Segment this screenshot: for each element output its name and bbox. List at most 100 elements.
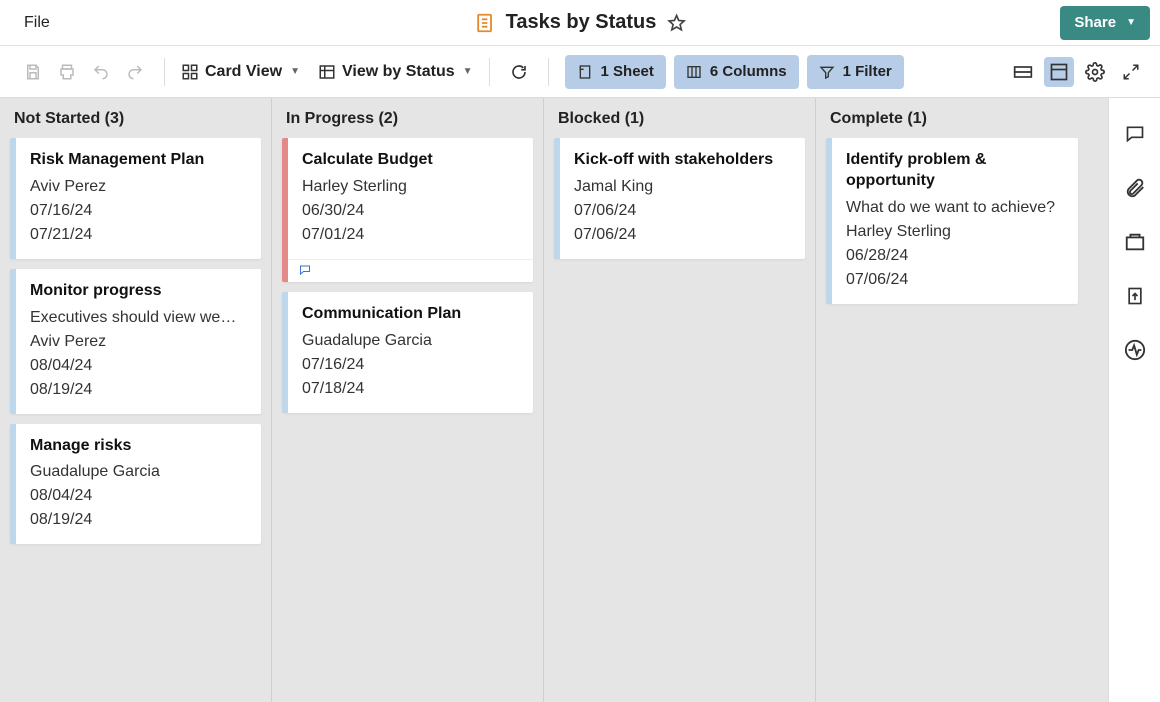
card[interactable]: Kick-off with stakeholdersJamal King07/0…: [554, 138, 805, 259]
card-view-selector[interactable]: Card View ▼: [181, 63, 300, 81]
card-footer: [288, 259, 533, 282]
title-wrap: Tasks by Status: [474, 11, 687, 34]
lane-header[interactable]: In Progress (2): [272, 98, 543, 138]
table-icon: [318, 63, 336, 81]
save-icon[interactable]: [20, 59, 46, 85]
card-row: 06/30/24: [302, 199, 519, 223]
full-view-icon[interactable]: [1044, 57, 1074, 87]
card-row: What do we want to achieve?: [846, 196, 1064, 220]
card-row: 07/06/24: [574, 199, 791, 223]
card-row: 08/19/24: [30, 378, 247, 402]
card-row: 07/01/24: [302, 223, 519, 247]
card-main: Calculate Budget Harley Sterling06/30/240…: [288, 138, 533, 259]
lane-header[interactable]: Not Started (3): [0, 98, 271, 138]
card-row: Harley Sterling: [846, 220, 1064, 244]
card[interactable]: Identify problem & opportunity What do we…: [826, 138, 1078, 304]
refresh-icon[interactable]: [506, 59, 532, 85]
card-row: Aviv Perez: [30, 175, 247, 199]
filter-pill-label: 1 Filter: [843, 63, 892, 80]
chevron-down-icon: ▼: [290, 66, 300, 77]
card-row: 07/06/24: [846, 268, 1064, 292]
columns-pill[interactable]: 6 Columns: [674, 55, 799, 89]
card[interactable]: Communication Plan Guadalupe Garcia07/16/…: [282, 292, 533, 413]
card-row: 08/19/24: [30, 508, 247, 532]
fullscreen-icon[interactable]: [1116, 57, 1146, 87]
card-main: Identify problem & opportunity What do we…: [832, 138, 1078, 304]
card-row: 07/21/24: [30, 223, 247, 247]
right-rail: [1108, 98, 1160, 702]
page-title: Tasks by Status: [506, 11, 657, 34]
card-row: Guadalupe Garcia: [302, 329, 519, 353]
card-main: Risk Management Plan Aviv Perez07/16/2407…: [16, 138, 261, 259]
lane-body: Risk Management PlanAviv Perez07/16/2407…: [0, 138, 271, 554]
card-row: 08/04/24: [30, 354, 247, 378]
view-by-status-label: View by Status: [342, 63, 455, 81]
card-row: 08/04/24: [30, 484, 247, 508]
card-row: Jamal King: [574, 175, 791, 199]
board-wrap: Not Started (3) Risk Management Plan Aviv …: [0, 98, 1160, 702]
card-title: Calculate Budget: [302, 150, 519, 171]
card-view-icon: [181, 63, 199, 81]
card-row: Executives should view we…: [30, 306, 247, 330]
publish-panel-icon[interactable]: [1123, 284, 1147, 308]
card-view-label: Card View: [205, 63, 282, 81]
card-title: Kick-off with stakeholders: [574, 150, 791, 171]
card-main: Monitor progress Executives should view w…: [16, 269, 261, 414]
share-label: Share: [1074, 14, 1116, 31]
topbar: File Tasks by Status Share ▼: [0, 0, 1160, 46]
card-row: 07/06/24: [574, 223, 791, 247]
card-row: 06/28/24: [846, 244, 1064, 268]
separator: [164, 58, 165, 86]
card-title: Risk Management Plan: [30, 150, 247, 171]
chevron-down-icon: ▼: [463, 66, 473, 77]
lane: In Progress (2) Calculate Budget Harley St…: [272, 98, 544, 702]
lane-header[interactable]: Blocked (1): [544, 98, 815, 138]
undo-icon[interactable]: [88, 59, 114, 85]
card[interactable]: Monitor progress Executives should view w…: [10, 269, 261, 414]
card[interactable]: Calculate Budget Harley Sterling06/30/240…: [282, 138, 533, 282]
card-main: Manage risks Guadalupe Garcia08/04/2408/1…: [16, 424, 261, 545]
share-button[interactable]: Share ▼: [1060, 6, 1150, 40]
card-row: Guadalupe Garcia: [30, 460, 247, 484]
proofs-panel-icon[interactable]: [1123, 230, 1147, 254]
sheet-pill[interactable]: 1 Sheet: [565, 55, 666, 89]
comments-panel-icon[interactable]: [1123, 122, 1147, 146]
card-title: Manage risks: [30, 436, 247, 457]
card-row: 07/18/24: [302, 377, 519, 401]
chevron-down-icon: ▼: [1126, 17, 1136, 28]
sheet-pill-label: 1 Sheet: [601, 63, 654, 80]
file-menu[interactable]: File: [24, 14, 50, 32]
view-by-status-selector[interactable]: View by Status ▼: [318, 63, 473, 81]
lane: Not Started (3) Risk Management Plan Aviv …: [0, 98, 272, 702]
settings-icon[interactable]: [1080, 57, 1110, 87]
sheet-icon: [474, 12, 496, 34]
lane-header[interactable]: Complete (1): [816, 98, 1088, 138]
lane-body: Kick-off with stakeholdersJamal King07/0…: [544, 138, 815, 269]
card-title: Monitor progress: [30, 281, 247, 302]
card-title: Identify problem & opportunity: [846, 150, 1064, 192]
attachments-panel-icon[interactable]: [1123, 176, 1147, 200]
card-row: 07/16/24: [30, 199, 247, 223]
redo-icon[interactable]: [122, 59, 148, 85]
compact-view-icon[interactable]: [1008, 57, 1038, 87]
card-main: Communication Plan Guadalupe Garcia07/16/…: [288, 292, 533, 413]
print-icon[interactable]: [54, 59, 80, 85]
lane-body: Calculate BudgetHarley Sterling06/30/240…: [272, 138, 543, 423]
lane: Complete (1)Identify problem & opportuni…: [816, 98, 1088, 702]
filter-pill[interactable]: 1 Filter: [807, 55, 904, 89]
lane: Blocked (1) Kick-off with stakeholders Jam…: [544, 98, 816, 702]
separator: [548, 58, 549, 86]
card-row: Harley Sterling: [302, 175, 519, 199]
card-row: Aviv Perez: [30, 330, 247, 354]
card-main: Kick-off with stakeholdersJamal King07/0…: [560, 138, 805, 259]
columns-pill-label: 6 Columns: [710, 63, 787, 80]
card[interactable]: Risk Management Plan Aviv Perez07/16/2407…: [10, 138, 261, 259]
card-title: Communication Plan: [302, 304, 519, 325]
card-row: 07/16/24: [302, 353, 519, 377]
separator: [489, 58, 490, 86]
card[interactable]: Manage risks Guadalupe Garcia08/04/2408/1…: [10, 424, 261, 545]
comment-icon[interactable]: [298, 264, 312, 276]
board: Not Started (3) Risk Management Plan Aviv …: [0, 98, 1108, 702]
star-icon[interactable]: [666, 13, 686, 33]
activity-panel-icon[interactable]: [1123, 338, 1147, 362]
